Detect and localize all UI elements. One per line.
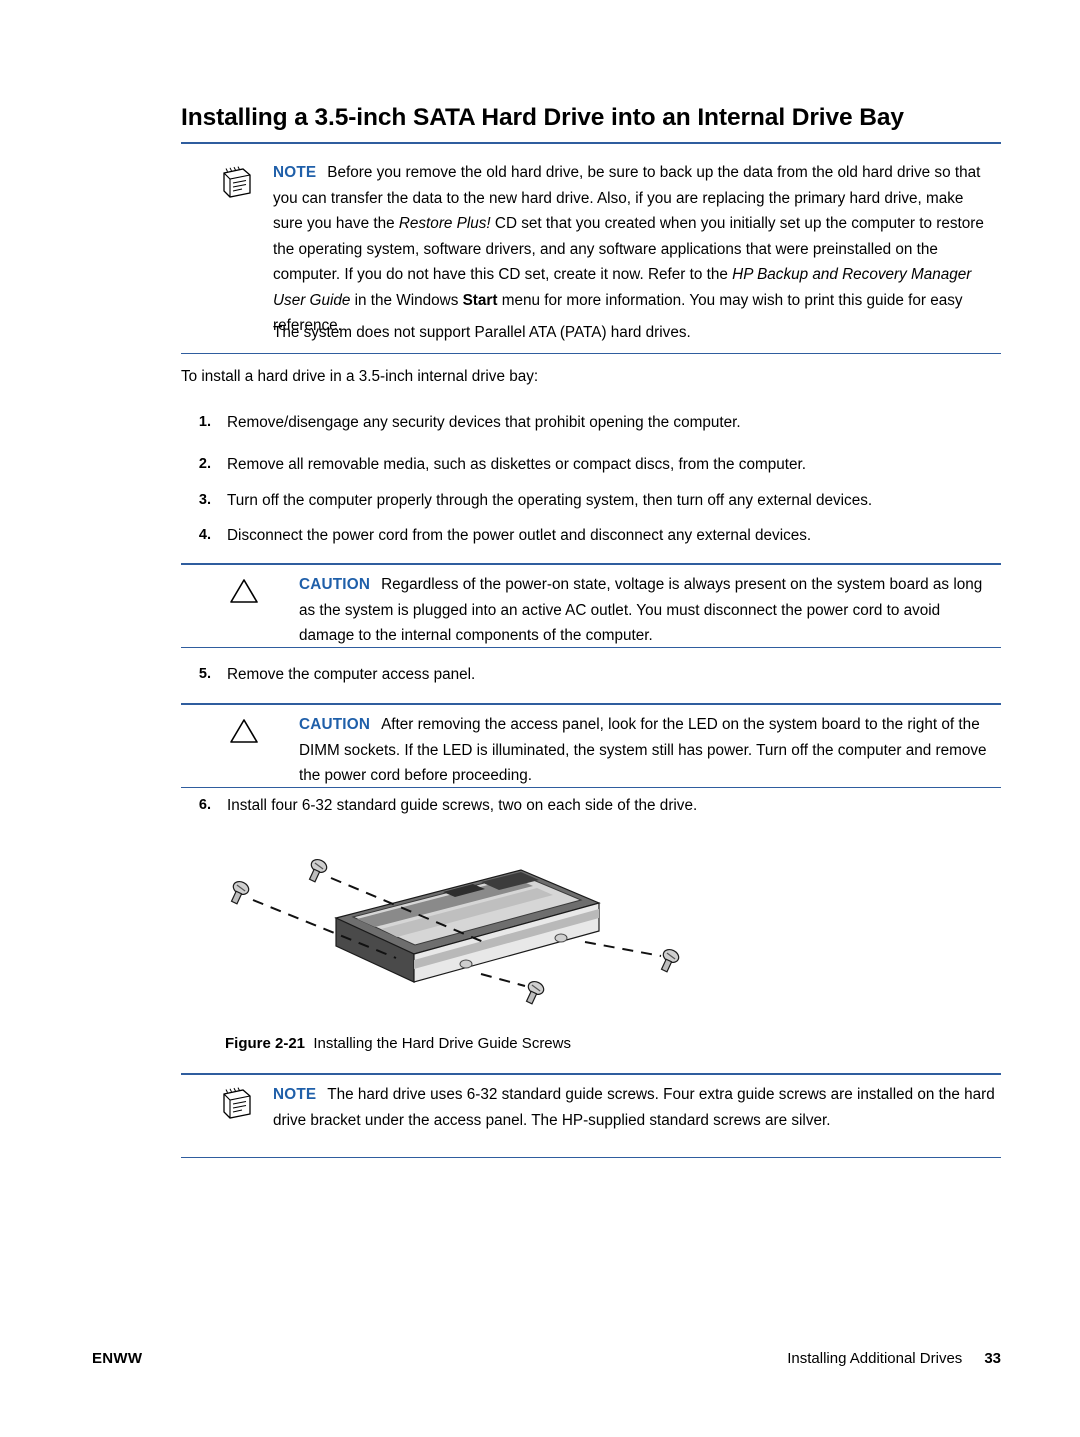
caution-label-2: CAUTION bbox=[299, 716, 371, 733]
figure-illustration bbox=[181, 838, 1001, 1023]
note-icon-2 bbox=[223, 1087, 251, 1119]
step-4-text: Disconnect the power cord from the power… bbox=[227, 527, 812, 544]
note-text-3: in the Windows bbox=[350, 291, 463, 309]
note-block-2: NOTE The hard drive uses 6-32 standard gu… bbox=[181, 1073, 1001, 1158]
figure-caption: Figure 2-21 Installing the Hard Drive Gu… bbox=[225, 1035, 571, 1052]
note-italic-1: Restore Plus! bbox=[398, 215, 491, 232]
caution-block-1-body: CAUTION Regardless of the power-on state,… bbox=[299, 572, 997, 649]
step-5-text: Remove the computer access panel. bbox=[227, 666, 476, 683]
caution-block-1-rule-top bbox=[181, 563, 1001, 565]
step-3-text: Turn off the computer properly through t… bbox=[227, 492, 873, 509]
note-text-block-2: The hard drive uses 6-32 standard guide … bbox=[273, 1086, 995, 1129]
note-block-2-rule-top bbox=[181, 1073, 1001, 1075]
footer-section-title: Installing Additional Drives bbox=[787, 1350, 963, 1367]
caution-text-2: After removing the access panel, look fo… bbox=[299, 716, 987, 784]
footer-left: ENWW bbox=[92, 1350, 143, 1367]
step-6-text: Install four 6-32 standard guide screws,… bbox=[227, 797, 698, 814]
step-1-number: 1. bbox=[198, 414, 211, 430]
note-label: NOTE bbox=[273, 164, 317, 181]
note-icon bbox=[223, 166, 251, 198]
note-block-2-body: NOTE The hard drive uses 6-32 standard gu… bbox=[273, 1082, 997, 1133]
step-6-number: 6. bbox=[198, 797, 211, 813]
footer-page-number: 33 bbox=[984, 1350, 1001, 1367]
note-block-1-body: NOTE Before you remove the old hard drive… bbox=[273, 160, 997, 339]
caution-block-2-body: CAUTION After removing the access panel, … bbox=[299, 712, 997, 789]
note-block-1: NOTE Before you remove the old hard drive… bbox=[181, 152, 1001, 354]
note-label-2: NOTE bbox=[273, 1086, 317, 1103]
footer-right: Installing Additional Drives 33 bbox=[787, 1350, 1001, 1367]
title-rule bbox=[181, 142, 1001, 144]
intro-text: To install a hard drive in a 3.5-inch in… bbox=[181, 368, 539, 385]
step-5-number: 5. bbox=[198, 666, 211, 682]
step-2-number: 2. bbox=[198, 456, 211, 472]
step-4-number: 4. bbox=[198, 527, 211, 543]
figure-caption-label: Figure 2-21 bbox=[225, 1035, 306, 1052]
note-bold-1: Start bbox=[462, 291, 498, 309]
note-block-1-rule-bottom bbox=[181, 352, 1001, 354]
step-3-number: 3. bbox=[198, 492, 211, 508]
caution-block-2: CAUTION After removing the access panel, … bbox=[181, 703, 1001, 788]
note-block-1-extra: The system does not support Parallel ATA… bbox=[273, 324, 691, 341]
caution-text-1: Regardless of the power-on state, voltag… bbox=[299, 576, 983, 644]
step-2-text: Remove all removable media, such as disk… bbox=[227, 456, 806, 473]
page-title: Installing a 3.5-inch SATA Hard Drive in… bbox=[181, 104, 904, 131]
caution-label-1: CAUTION bbox=[299, 576, 371, 593]
caution-block-2-rule-top bbox=[181, 703, 1001, 705]
hard-drive-guide-screws-diagram bbox=[230, 858, 680, 1005]
document-page: Installing a 3.5-inch SATA Hard Drive in… bbox=[0, 0, 1080, 1437]
caution-icon-2 bbox=[230, 719, 258, 743]
note-block-2-rule-bottom bbox=[181, 1156, 1001, 1158]
caution-block-1: CAUTION Regardless of the power-on state,… bbox=[181, 563, 1001, 648]
figure-caption-text: Installing the Hard Drive Guide Screws bbox=[313, 1035, 571, 1052]
caution-icon bbox=[230, 579, 258, 603]
step-1-text: Remove/disengage any security devices th… bbox=[227, 414, 741, 431]
